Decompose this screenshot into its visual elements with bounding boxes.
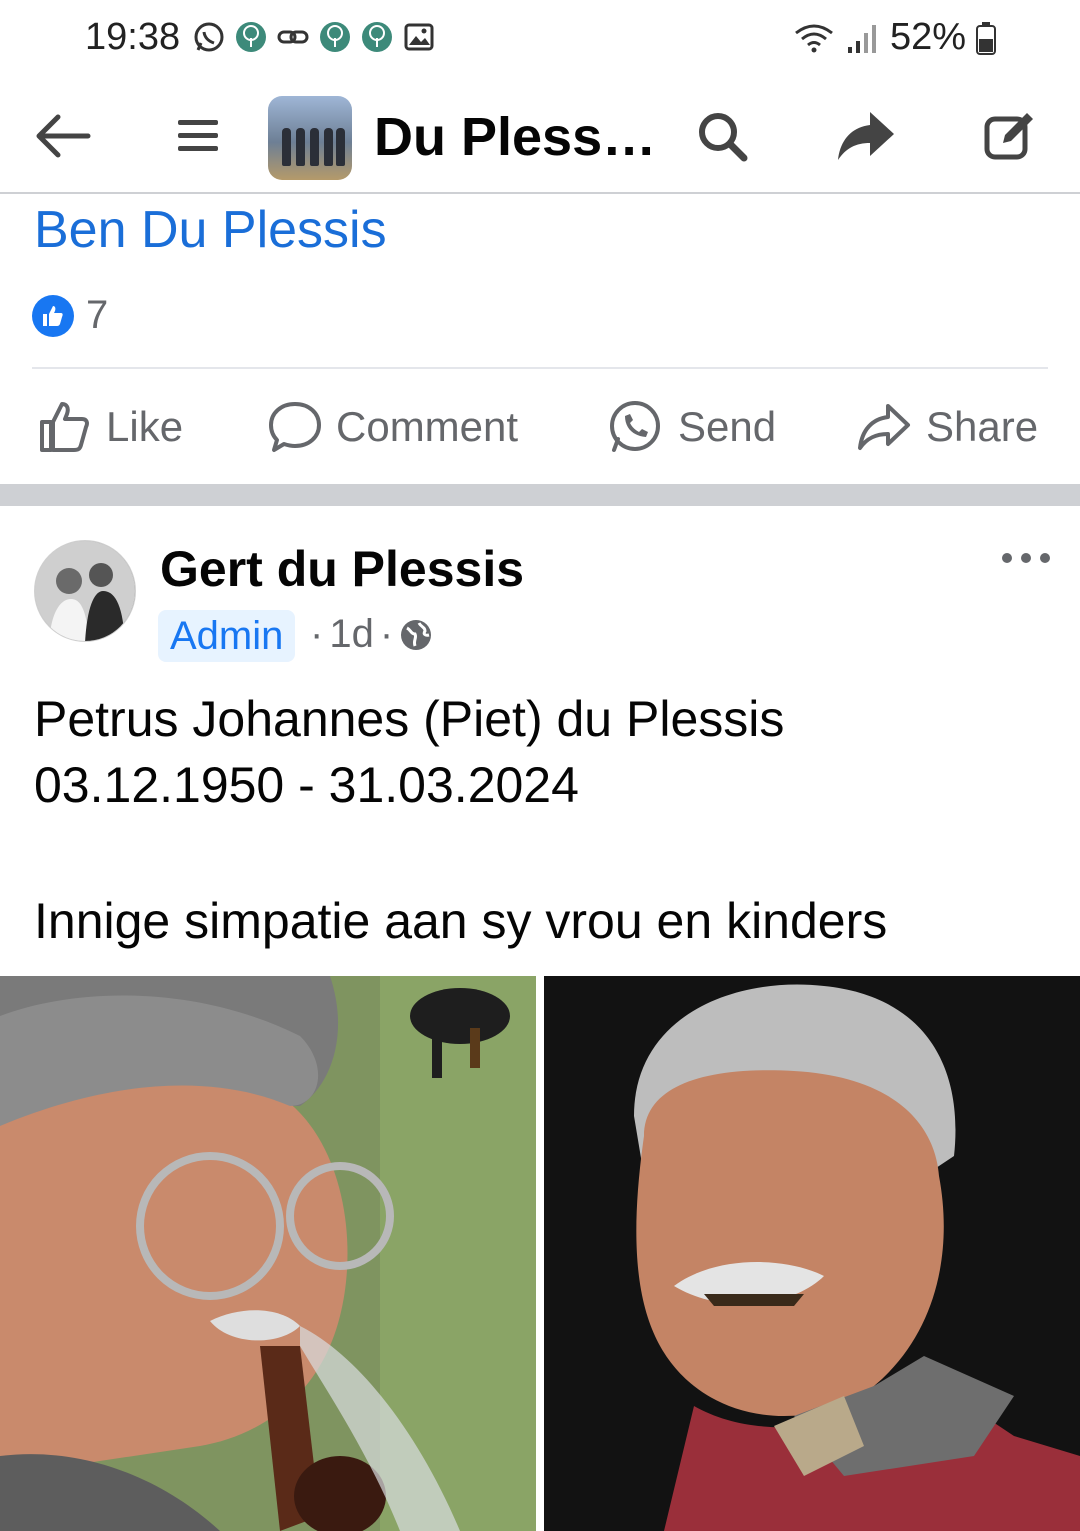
previous-post-author[interactable]: Ben Du Plessis: [34, 200, 387, 260]
thumbs-up-icon: [40, 402, 89, 452]
whatsapp-icon: [194, 22, 224, 52]
like-reaction-icon: [32, 294, 74, 337]
back-button[interactable]: [30, 104, 94, 168]
like-button[interactable]: Like: [38, 392, 183, 462]
post-text-line: Petrus Johannes (Piet) du Plessis: [34, 691, 785, 747]
comment-button[interactable]: Comment: [268, 392, 518, 462]
send-label: Send: [678, 403, 777, 450]
edit-icon: [984, 113, 1033, 160]
globe-icon: [401, 619, 432, 650]
reaction-summary[interactable]: 7: [32, 293, 108, 338]
wifi-icon: [795, 24, 833, 52]
post-text-line: 03.12.1950 - 31.03.2024: [34, 757, 579, 813]
meta-separator: ·: [310, 612, 324, 656]
post-meta: · 1d ·: [310, 612, 433, 657]
send-button[interactable]: Send: [606, 392, 776, 462]
more-dot: [1002, 553, 1012, 563]
divider: [32, 367, 1048, 369]
like-label: Like: [106, 403, 184, 450]
admin-badge: Admin: [158, 610, 296, 662]
tree-app-icon: [320, 22, 350, 52]
search-button[interactable]: [690, 104, 754, 168]
meta-separator: ·: [379, 612, 394, 656]
post-photo-left[interactable]: [0, 976, 536, 1531]
menu-button[interactable]: [166, 104, 230, 168]
comment-bubble-icon: [269, 402, 321, 452]
search-icon: [699, 113, 748, 162]
notification-icons: [192, 20, 436, 54]
author-avatar[interactable]: [34, 540, 136, 642]
system-status: 52%: [792, 16, 996, 59]
like-count: 7: [86, 293, 109, 337]
post-options-button[interactable]: [1002, 542, 1050, 574]
share-group-button[interactable]: [834, 104, 898, 168]
more-dot: [1021, 553, 1031, 563]
photo-man-smoking-pipe: [0, 976, 536, 1531]
link-icon: [277, 30, 309, 44]
status-bar: 19:38 52%: [0, 0, 1080, 80]
post-photo-right[interactable]: [544, 976, 1080, 1531]
share-arrow-icon: [838, 112, 894, 160]
battery-percent: 52%: [889, 16, 966, 58]
share-label: Share: [926, 403, 1039, 450]
post-actions-bar: Like Comment Send Share: [0, 392, 1080, 462]
feed-separator: [0, 484, 1080, 506]
hamburger-menu-icon: [178, 120, 218, 151]
comment-label: Comment: [336, 403, 519, 450]
post-text-line: Innige simpatie aan sy vrou en kinders: [34, 893, 888, 949]
post-time[interactable]: 1d: [329, 612, 374, 657]
battery-icon: [976, 21, 996, 55]
more-dot: [1040, 553, 1050, 563]
avatar-photo: [35, 541, 135, 641]
post-text: Petrus Johannes (Piet) du Plessis 03.12.…: [34, 686, 887, 954]
share-button[interactable]: Share: [856, 392, 1038, 462]
post-author-name[interactable]: Gert du Plessis: [160, 540, 524, 598]
tree-app-icon: [236, 22, 266, 52]
back-arrow-icon: [36, 114, 91, 158]
share-arrow-icon: [858, 404, 910, 450]
edit-button[interactable]: [978, 104, 1042, 168]
whatsapp-icon: [610, 401, 660, 452]
group-cover-thumbnail[interactable]: [268, 96, 352, 180]
image-icon: [404, 23, 434, 51]
group-title[interactable]: Du Pless…: [374, 106, 656, 168]
tree-app-icon: [362, 22, 392, 52]
signal-icon: [847, 24, 876, 53]
status-time: 19:38: [85, 16, 181, 58]
photo-man-smiling: [544, 976, 1080, 1531]
group-header: Du Pless…: [0, 80, 1080, 194]
